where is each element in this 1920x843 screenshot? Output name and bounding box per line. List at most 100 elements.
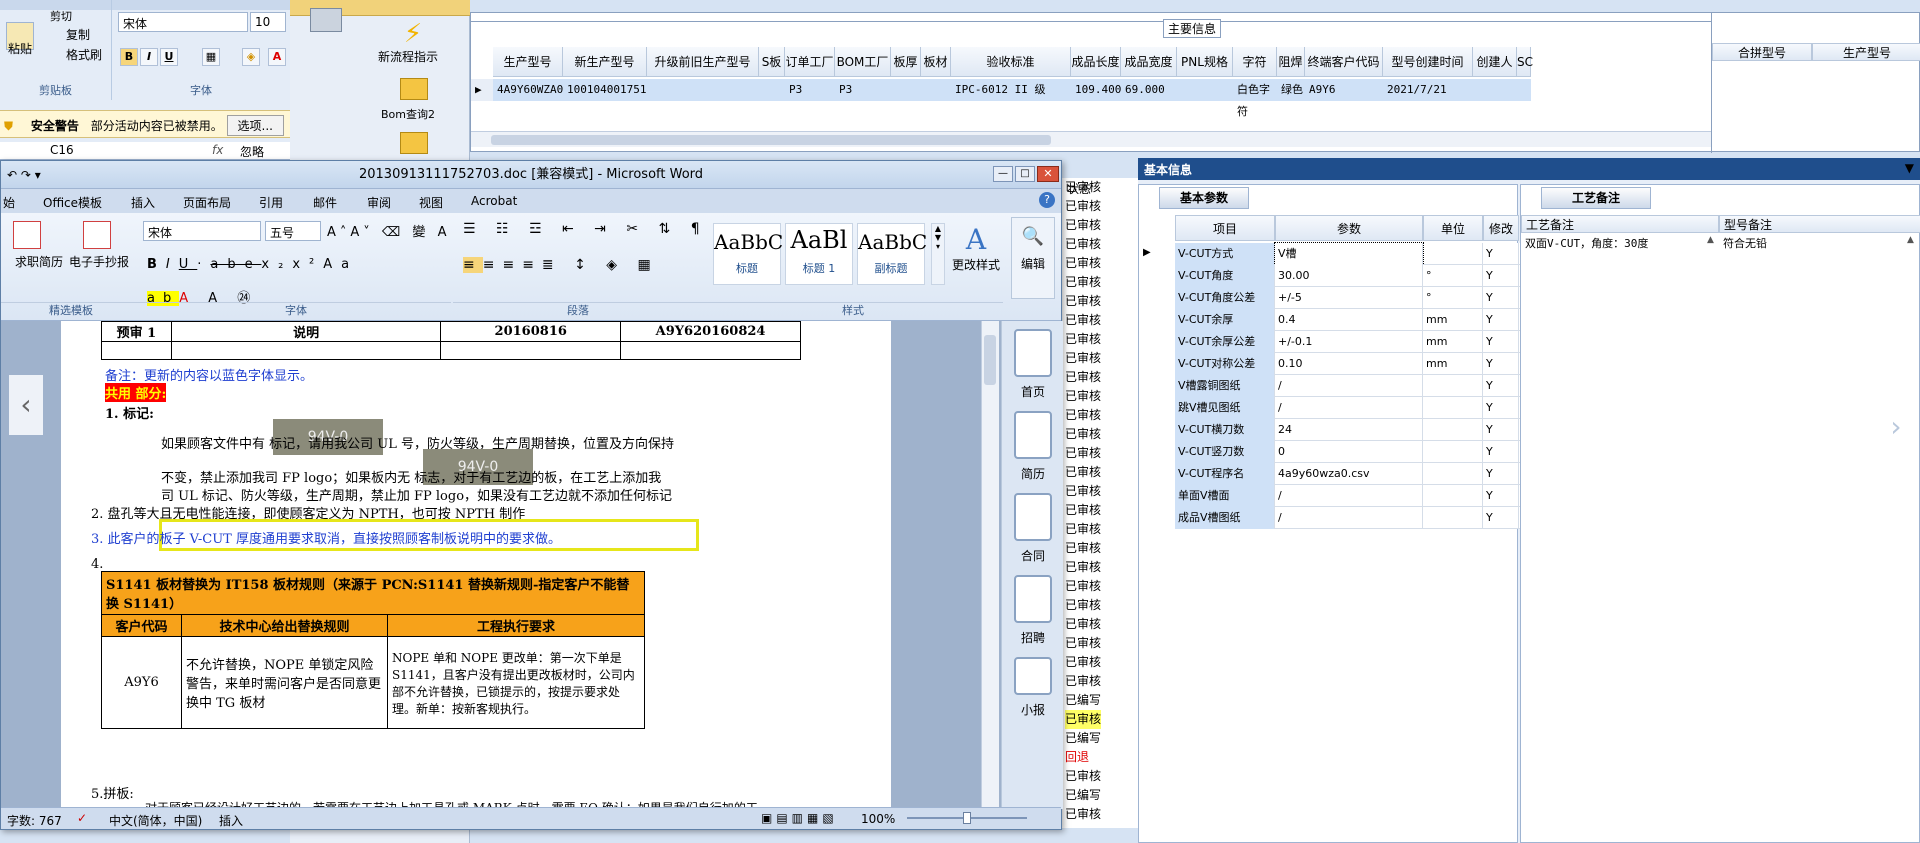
column-header[interactable]: 终端客户代码 <box>1305 47 1383 77</box>
status-item[interactable]: 已审核 <box>1065 254 1101 273</box>
status-item[interactable]: 已审核 <box>1065 387 1101 406</box>
horizontal-scrollbar[interactable] <box>471 131 1711 147</box>
table-row[interactable]: V-CUT横刀数 24 Y <box>1175 419 1520 441</box>
table-cell[interactable]: 24 <box>1275 419 1423 441</box>
table-row[interactable]: 跳V槽见图纸 / Y <box>1175 397 1520 419</box>
status-item[interactable]: 已审核 <box>1065 482 1101 501</box>
table-cell[interactable] <box>1517 79 1531 101</box>
status-item[interactable]: 已审核 <box>1065 273 1101 292</box>
table-row[interactable]: V-CUT余厚 0.4 mm Y <box>1175 309 1520 331</box>
prod-model-header[interactable]: 生产型号 <box>1812 43 1920 61</box>
insert-mode[interactable]: 插入 <box>219 812 243 829</box>
table-cell[interactable]: 109.400 <box>1071 79 1121 101</box>
new-flow-tile[interactable]: ⚡ 新流程指示 <box>290 20 470 65</box>
options-button[interactable]: 选项... <box>226 115 284 136</box>
merge-model-header[interactable]: 合拼型号 <box>1712 43 1812 61</box>
table-cell[interactable]: V槽 <box>1274 242 1424 266</box>
prev-arrow-icon[interactable]: ‹ <box>9 375 43 435</box>
table-cell[interactable] <box>891 79 921 101</box>
tab-references[interactable]: 引用 <box>259 194 283 211</box>
column-header[interactable]: 型号创建时间 <box>1383 47 1473 77</box>
params-column-header[interactable]: 修改 <box>1483 215 1519 241</box>
word-size-select[interactable]: 五号 <box>265 221 321 241</box>
style-heading1[interactable]: AaBl 标题 1 <box>785 223 853 285</box>
status-item[interactable]: 已编写 <box>1065 729 1101 748</box>
sidebar-item-contract[interactable]: 合同 <box>1002 493 1064 564</box>
column-header[interactable]: 字符 <box>1233 47 1277 77</box>
table-cell[interactable]: / <box>1275 375 1423 397</box>
table-cell[interactable]: / <box>1275 485 1423 507</box>
table-row[interactable]: V-CUT竖刀数 0 Y <box>1175 441 1520 463</box>
quick-access-undo-icon[interactable]: ↶ ↷ ▾ <box>7 161 41 189</box>
status-item[interactable]: 已审核 <box>1065 178 1101 197</box>
table-cell[interactable]: 2021/7/21 <box>1383 79 1473 101</box>
sidebar-item-home[interactable]: 首页 <box>1002 329 1064 400</box>
status-item[interactable]: 已审核 <box>1065 216 1101 235</box>
table-cell[interactable] <box>1177 79 1233 101</box>
next-arrow-icon[interactable]: › <box>1880 410 1912 450</box>
tab-home[interactable]: 始 <box>3 194 15 211</box>
column-header[interactable]: SC <box>1517 47 1533 77</box>
change-style-button[interactable]: A 更改样式 <box>947 223 1005 273</box>
status-item[interactable]: 已审核 <box>1065 311 1101 330</box>
process-note-value[interactable]: 双面V-CUT，角度：30度 <box>1525 235 1648 251</box>
font-color-button[interactable]: A <box>268 48 286 66</box>
name-box[interactable]: C16 <box>50 143 74 157</box>
table-cell[interactable] <box>647 79 759 101</box>
word-count[interactable]: 字数: 767 <box>7 812 62 829</box>
bold-button[interactable]: B <box>120 48 138 66</box>
status-item[interactable]: 已审核 <box>1065 767 1101 786</box>
align-buttons[interactable]: ≡≡≡≡≣ ↕ ◈ ▦ <box>463 257 659 273</box>
tab-acrobat[interactable]: Acrobat <box>471 194 517 208</box>
column-header[interactable]: 成品宽度 <box>1121 47 1177 77</box>
status-item[interactable]: 已审核 <box>1065 653 1101 672</box>
status-item[interactable]: 已审核 <box>1065 520 1101 539</box>
status-item[interactable]: 已审核 <box>1065 330 1101 349</box>
table-cell[interactable] <box>759 79 785 101</box>
column-header[interactable]: 板材 <box>921 47 951 77</box>
scrollbar-thumb[interactable] <box>491 135 1051 145</box>
zoom-thumb[interactable] <box>963 812 971 824</box>
scrollbar-thumb[interactable] <box>984 335 996 385</box>
sidebar-item-recruit[interactable]: 招聘 <box>1002 575 1064 646</box>
zoom-level[interactable]: 100% <box>861 812 895 826</box>
fill-color-button[interactable]: ◈ <box>242 48 260 66</box>
scroll-up-icon[interactable]: ▲ <box>1907 235 1914 245</box>
table-cell[interactable] <box>921 79 951 101</box>
font-size-select[interactable]: 10 <box>250 12 286 32</box>
status-item[interactable]: 回退 <box>1065 748 1089 767</box>
tab-office-templates[interactable]: Office模板 <box>43 194 102 211</box>
table-cell[interactable] <box>1473 79 1517 101</box>
status-item[interactable]: 已编写 <box>1065 786 1101 805</box>
status-item[interactable]: 已审核 <box>1065 634 1101 653</box>
tab-view[interactable]: 视图 <box>419 194 443 211</box>
table-row[interactable]: V-CUT角度 30.00 ° Y <box>1175 265 1520 287</box>
tab-params[interactable]: 基本参数 <box>1159 187 1249 209</box>
status-item[interactable]: 已审核 <box>1065 596 1101 615</box>
column-header[interactable]: PNL规格 <box>1177 47 1233 77</box>
table-cell[interactable]: 白色字符 <box>1233 79 1277 118</box>
table-row[interactable]: V-CUT对称公差 0.10 mm Y <box>1175 353 1520 375</box>
column-header[interactable]: BOM工厂 <box>835 47 891 77</box>
language[interactable]: 中文(简体，中国) <box>109 812 202 829</box>
params-column-header[interactable]: 参数 <box>1275 215 1423 241</box>
status-item[interactable]: 已审核 <box>1065 558 1101 577</box>
status-item[interactable]: 已审核 <box>1065 539 1101 558</box>
border-button[interactable]: ▦ <box>202 48 220 66</box>
model-note-value[interactable]: 符合无铅 <box>1723 235 1767 251</box>
column-header[interactable]: 创建人 <box>1473 47 1517 77</box>
paste-button[interactable]: 粘贴 <box>8 40 32 57</box>
style-title[interactable]: AaBbC 标题 <box>713 223 783 285</box>
styles-scroll[interactable]: ▲ ▼ ▾ <box>931 223 945 285</box>
table-cell[interactable]: +/-5 <box>1275 287 1423 309</box>
params-column-header[interactable]: 单位 <box>1423 215 1483 241</box>
close-button[interactable]: ✕ <box>1037 166 1059 182</box>
table-row[interactable]: V-CUT余厚公差 +/-0.1 mm Y <box>1175 331 1520 353</box>
table-cell[interactable]: 30.00 <box>1275 265 1423 287</box>
table-cell[interactable]: 4A9Y60WZA0 <box>493 79 563 101</box>
column-header[interactable]: 订单工厂 <box>785 47 835 77</box>
italic-button[interactable]: I <box>140 48 158 66</box>
table-cell[interactable]: / <box>1275 397 1423 419</box>
tab-review[interactable]: 审阅 <box>367 194 391 211</box>
view-buttons[interactable]: ▣▤▥▦▧ <box>761 811 838 825</box>
